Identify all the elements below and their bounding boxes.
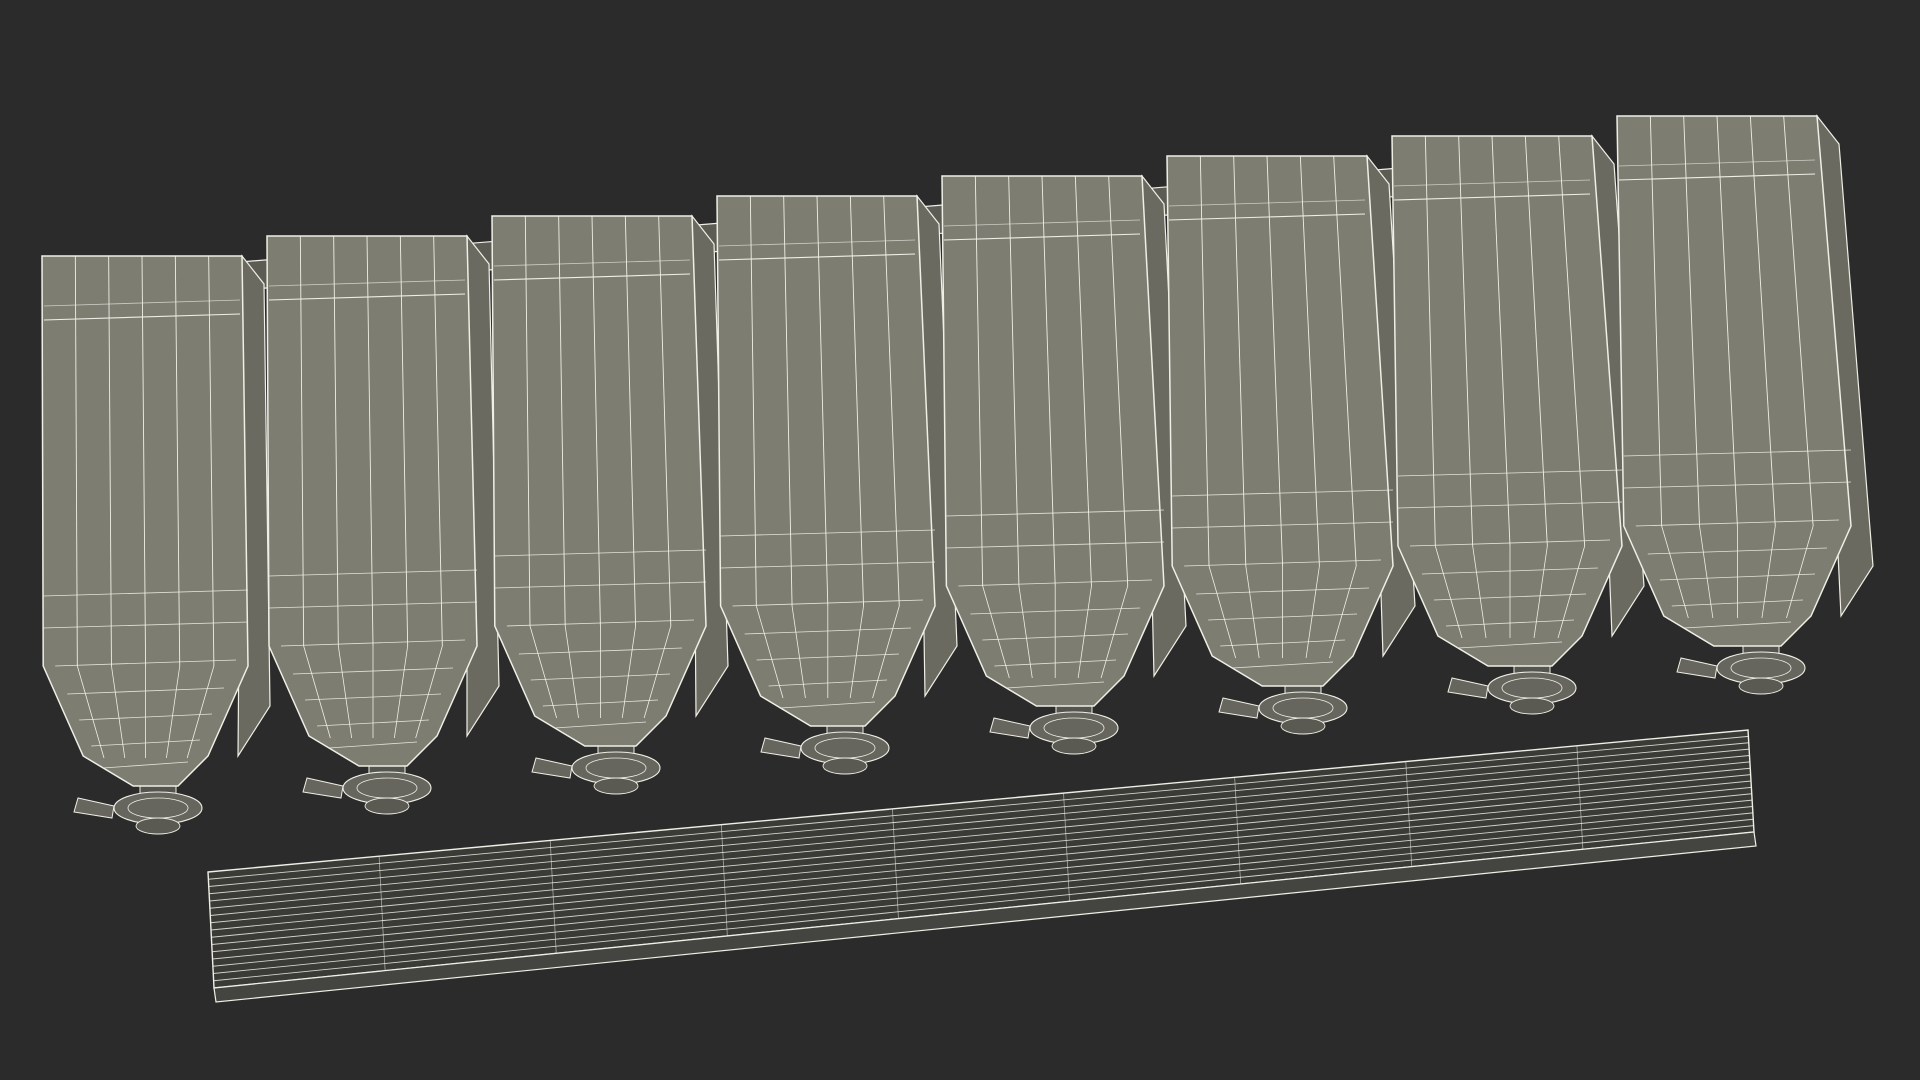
canister-front [716, 195, 936, 727]
faucet-spout [1280, 717, 1326, 735]
canister-front [491, 215, 707, 747]
faucet-spout [1051, 737, 1097, 755]
faucet-spout [364, 797, 410, 815]
faucet-spout [1738, 677, 1784, 695]
canister-front [1166, 155, 1394, 687]
canister-front [266, 235, 478, 767]
canister-front [1391, 135, 1623, 667]
wireframe-viewport [0, 0, 1920, 1080]
canister-front [41, 255, 249, 787]
faucet-spout [135, 817, 181, 835]
faucet-spout [1509, 697, 1555, 715]
faucet-spout [593, 777, 639, 795]
canister-front [941, 175, 1165, 707]
faucet-spout [822, 757, 868, 775]
